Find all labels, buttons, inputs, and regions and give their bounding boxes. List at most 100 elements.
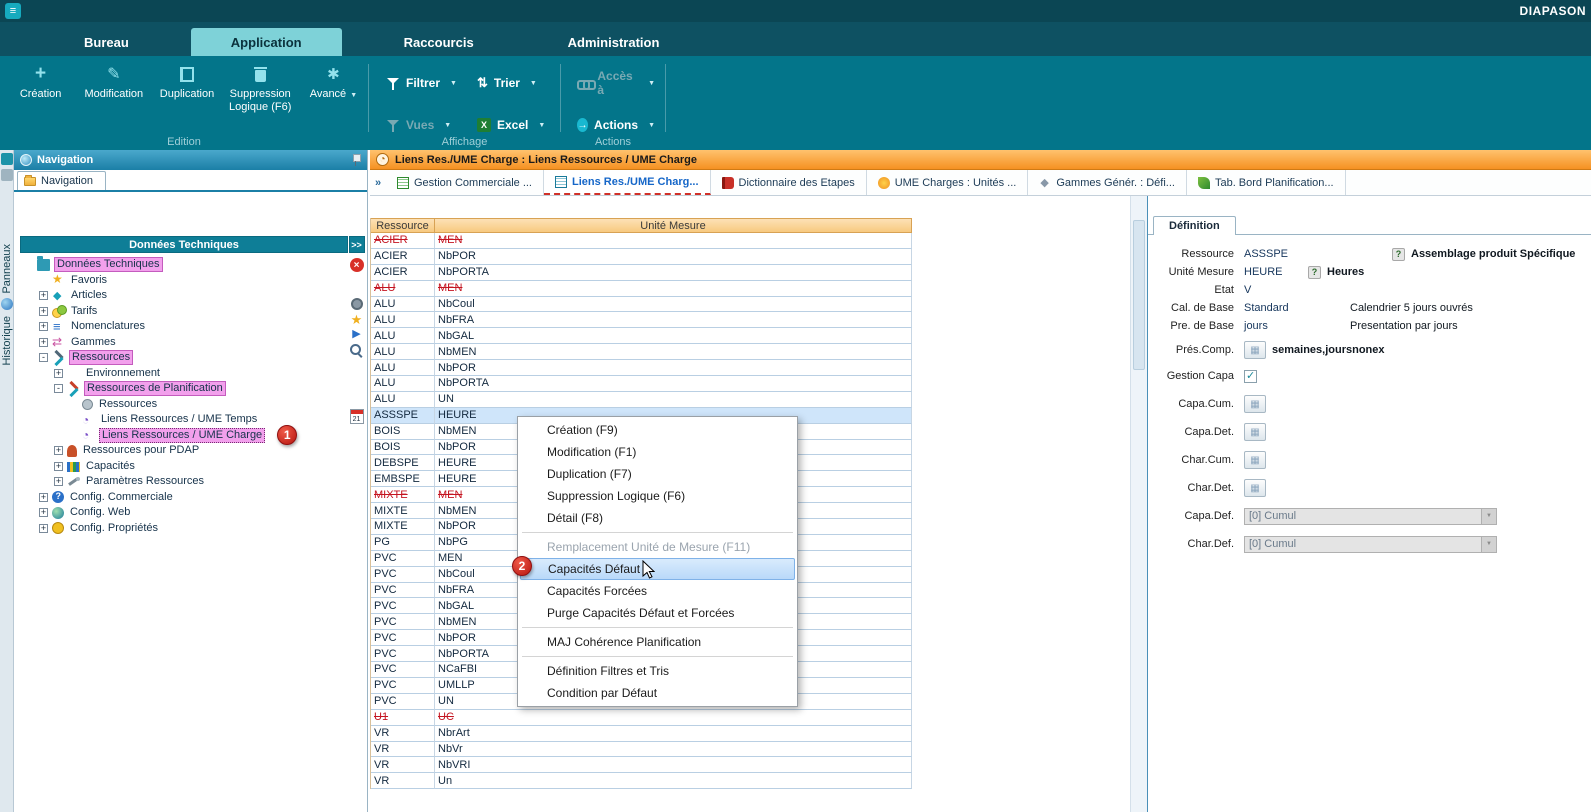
excel-button[interactable]: Excel <box>473 112 559 138</box>
tree-item[interactable]: + Config. Propriétés <box>20 521 348 537</box>
trier-button[interactable]: Trier <box>473 70 559 96</box>
tree-expander[interactable]: + <box>54 446 63 455</box>
table-row[interactable]: ALU NbGAL <box>371 328 912 344</box>
suppression-logique-button[interactable]: Suppression Logique (F6) <box>226 62 295 114</box>
tree-item-label[interactable]: Config. Commerciale <box>68 491 175 504</box>
tree-item-label[interactable]: Favoris <box>69 274 109 287</box>
tree-expander[interactable]: + <box>54 462 63 471</box>
tab-definition[interactable]: Définition <box>1153 216 1236 235</box>
menu-tab[interactable]: Raccourcis <box>372 28 506 56</box>
tree-item[interactable]: - Ressources <box>20 350 348 366</box>
tree-item[interactable]: - Ressources de Planification <box>20 381 348 397</box>
table-row[interactable]: ALU MEN <box>371 281 912 297</box>
char-cum-button[interactable] <box>1244 451 1266 469</box>
acces-a-button[interactable]: Accès à <box>573 70 659 96</box>
table-row[interactable]: ALU NbMEN <box>371 344 912 360</box>
tree-expander[interactable]: + <box>39 338 48 347</box>
tree-expander[interactable]: + <box>39 508 48 517</box>
calendar-icon[interactable]: 21 <box>350 409 364 424</box>
tree-item-label[interactable]: Config. Web <box>68 506 132 519</box>
table-row[interactable]: U1 UC <box>371 710 912 726</box>
pin-icon[interactable] <box>351 154 361 166</box>
table-row[interactable]: ACIER NbPORTA <box>371 265 912 281</box>
tree-expander[interactable]: + <box>54 477 63 486</box>
tree-expander[interactable]: - <box>54 384 63 393</box>
historique-strip-tab[interactable]: Historique <box>1 316 13 366</box>
tree-item-label[interactable]: Liens Ressources / UME Charge <box>99 428 265 443</box>
table-row[interactable]: VR Un <box>371 773 912 789</box>
tree-expander[interactable]: + <box>54 369 63 378</box>
column-header-ressource[interactable]: Ressource <box>371 218 435 233</box>
tab-overflow-icon[interactable] <box>370 170 386 195</box>
tree-expander[interactable]: + <box>39 524 48 533</box>
panel-icon-2[interactable] <box>1 169 13 181</box>
capa-cum-button[interactable] <box>1244 395 1266 413</box>
char-det-button[interactable] <box>1244 479 1266 497</box>
tree-item-label[interactable]: Nomenclatures <box>69 320 147 333</box>
vues-button[interactable]: Vues <box>383 112 469 138</box>
context-menu-item[interactable]: MAJ Cohérence Planification <box>518 631 797 653</box>
gestion-capa-checkbox[interactable] <box>1244 370 1257 383</box>
modification-button[interactable]: Modification <box>79 62 148 101</box>
favorite-star-icon[interactable] <box>351 313 363 326</box>
panel-icon[interactable] <box>1 153 13 165</box>
tree-item[interactable]: + Config. Web <box>20 505 348 521</box>
document-tab[interactable]: UME Charges : Unités ... <box>867 170 1029 195</box>
menu-tab[interactable]: Application <box>191 28 342 56</box>
edit-list-icon[interactable] <box>1244 341 1266 359</box>
context-menu-item[interactable]: Capacités Défaut <box>520 558 795 580</box>
actions-button[interactable]: Actions <box>573 112 659 138</box>
filtrer-button[interactable]: Filtrer <box>383 70 469 96</box>
tree-item-label[interactable]: Ressources pour PDAP <box>81 444 201 457</box>
tree-item[interactable]: + Nomenclatures <box>20 319 348 335</box>
menu-tab[interactable]: Bureau <box>52 28 161 56</box>
search-icon[interactable] <box>350 344 363 357</box>
tree-item-label[interactable]: Capacités <box>84 460 137 473</box>
tree-item-label[interactable]: Liens Ressources / UME Temps <box>99 413 259 426</box>
creation-button[interactable]: Création <box>6 62 75 101</box>
close-icon[interactable] <box>350 258 364 272</box>
duplication-button[interactable]: Duplication <box>152 62 221 101</box>
tree-item-label[interactable]: Gammes <box>69 336 118 349</box>
tree-item[interactable]: + Tarifs <box>20 304 348 320</box>
context-menu-item[interactable]: Modification (F1) <box>518 441 797 463</box>
context-menu-item[interactable]: Purge Capacités Défaut et Forcées <box>518 602 797 624</box>
context-menu-item[interactable]: Détail (F8) <box>518 507 797 529</box>
tree-item-label[interactable]: Ressources de Planification <box>84 381 226 396</box>
expand-all-button[interactable]: >> <box>349 236 365 253</box>
tree-item-label[interactable]: Articles <box>69 289 109 302</box>
context-menu-item[interactable]: Capacités Forcées <box>518 580 797 602</box>
tree-item-label[interactable]: Données Techniques <box>54 257 163 272</box>
table-row[interactable]: ALU NbCoul <box>371 297 912 313</box>
tree-item[interactable]: + Environnement <box>20 366 348 382</box>
table-row[interactable]: VR NbVRI <box>371 757 912 773</box>
tree-item-label[interactable]: Ressources <box>69 350 133 365</box>
tree-item[interactable]: Liens Ressources / UME Charge 1 <box>20 428 348 444</box>
tree-item[interactable]: + Gammes <box>20 335 348 351</box>
tree-item-label[interactable]: Ressources <box>97 398 159 411</box>
document-tab[interactable]: Gestion Commerciale ... <box>386 170 544 195</box>
tree-expander[interactable]: + <box>39 307 48 316</box>
scrollbar-thumb[interactable] <box>1133 220 1145 370</box>
table-row[interactable]: ALU NbPOR <box>371 360 912 376</box>
tree-item[interactable]: + Ressources pour PDAP <box>20 443 348 459</box>
tree-item-label[interactable]: Environnement <box>84 367 162 380</box>
capa-def-dropdown[interactable]: [0] Cumul <box>1244 508 1497 525</box>
tree-item[interactable]: Ressources <box>20 397 348 413</box>
context-menu-item[interactable]: Condition par Défaut <box>518 682 797 704</box>
tree-item[interactable]: Favoris <box>20 273 348 289</box>
tree-expander[interactable]: + <box>39 322 48 331</box>
tree-item[interactable]: + Paramètres Ressources <box>20 474 348 490</box>
context-menu-item[interactable]: Définition Filtres et Tris <box>518 660 797 682</box>
tree-item[interactable]: + Capacités <box>20 459 348 475</box>
tree-expander[interactable]: + <box>39 291 48 300</box>
context-menu-item[interactable]: Remplacement Unité de Mesure (F11) <box>518 536 797 558</box>
tree-expander[interactable]: - <box>39 353 48 362</box>
tree-item[interactable]: Données Techniques <box>20 257 348 273</box>
navigation-tab[interactable]: Navigation <box>17 171 106 190</box>
char-def-dropdown[interactable]: [0] Cumul <box>1244 536 1497 553</box>
capa-det-button[interactable] <box>1244 423 1266 441</box>
table-row[interactable]: ALU UN <box>371 392 912 408</box>
tree-item-label[interactable]: Config. Propriétés <box>68 522 160 535</box>
table-row[interactable]: ALU NbPORTA <box>371 376 912 392</box>
